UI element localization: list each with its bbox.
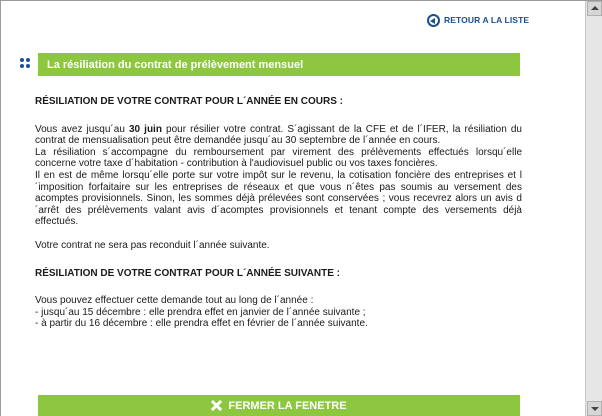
section-title-bar: La résiliation du contrat de prélèvement…: [38, 53, 520, 76]
window-top-border: [0, 0, 602, 1]
section2-paragraph-1: Vous pouvez effectuer cette demande tout…: [35, 295, 314, 307]
back-to-list-link[interactable]: RETOUR A LA LISTE: [427, 12, 529, 28]
section1-paragraph-1: Vous avez jusqu´au 30 juin pour résilier…: [35, 124, 522, 147]
section2-heading: RÉSILIATION DE VOTRE CONTRAT POUR L´ANNÉ…: [35, 267, 341, 279]
section1-heading: RÉSILIATION DE VOTRE CONTRAT POUR L´ANNÉ…: [35, 96, 343, 107]
page-title: La résiliation du contrat de prélèvement…: [47, 58, 304, 71]
section1-paragraph-4: Votre contrat ne sera pas reconduit l´an…: [35, 239, 270, 251]
bullet-dots-icon: [20, 58, 34, 70]
section1-paragraph-3: Il en est de même lorsqu´elle porte sur …: [35, 169, 522, 228]
scroll-up-arrow-icon[interactable]: [587, 1, 602, 16]
close-x-icon: [211, 400, 222, 411]
section1-paragraph-2: La résiliation s´accompagne du rembourse…: [35, 146, 522, 170]
deadline-text-before: Vous avez jusqu´au: [35, 123, 129, 135]
scroll-down-arrow-icon[interactable]: [587, 401, 602, 416]
back-arrow-circle-icon: [427, 13, 440, 27]
close-window-button[interactable]: FERMER LA FENETRE: [38, 395, 520, 416]
back-to-list-label: RETOUR A LA LISTE: [444, 15, 530, 25]
vertical-scrollbar[interactable]: [585, 1, 602, 416]
content-body: RÉSILIATION DE VOTRE CONTRAT POUR L´ANNÉ…: [35, 96, 522, 330]
section2-list-item-2: - à partir du 16 décembre : elle prendra…: [35, 318, 368, 330]
deadline-date: 30 juin: [128, 123, 162, 135]
window-left-border: [0, 0, 1, 416]
section2-list-item-1: - jusqu´au 15 décembre : elle prendra ef…: [35, 306, 366, 318]
close-window-label: FERMER LA FENETRE: [228, 399, 347, 412]
